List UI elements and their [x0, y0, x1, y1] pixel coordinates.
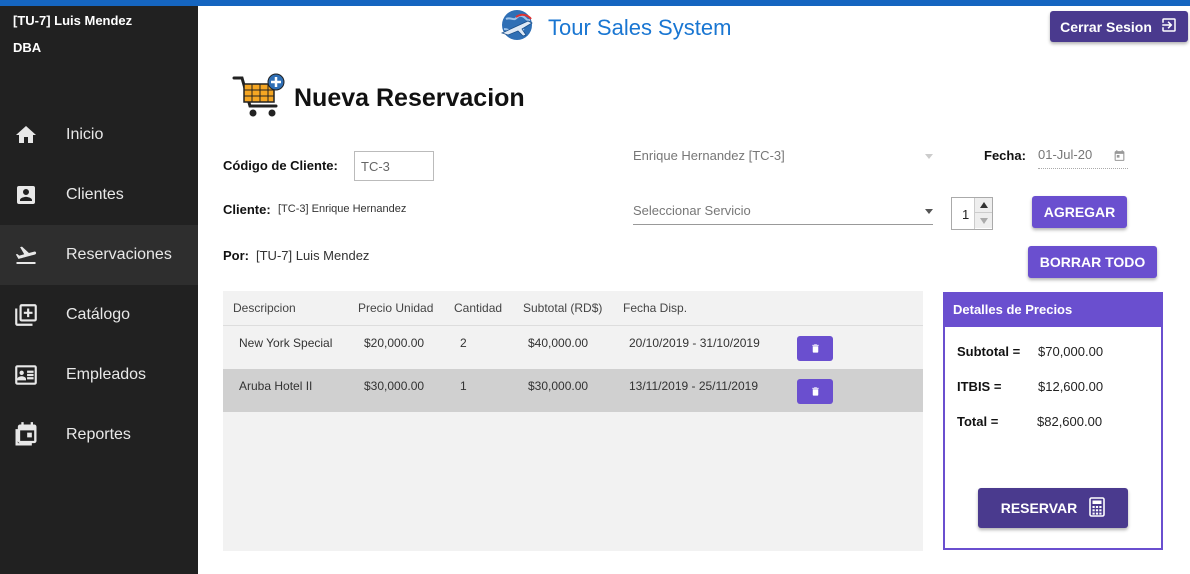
- trash-icon: [811, 387, 819, 396]
- column-header-fecha: Fecha Disp.: [623, 301, 688, 315]
- globe-plane-logo-icon: [498, 7, 538, 50]
- sidebar-user-name: [TU-7] Luis Mendez: [13, 13, 133, 28]
- reserve-label: RESERVAR: [1000, 500, 1078, 516]
- client-code-label: Código de Cliente:: [223, 158, 338, 173]
- badge-icon: [12, 361, 40, 389]
- table-row[interactable]: Aruba Hotel II $30,000.00 1 $30,000.00 1…: [223, 369, 923, 412]
- sidebar-item-inicio[interactable]: Inicio: [0, 105, 198, 165]
- quantity-stepper[interactable]: 1: [951, 197, 993, 230]
- flight-icon: [12, 241, 40, 269]
- client-select[interactable]: Enrique Hernandez [TC-3]: [633, 148, 933, 170]
- calendar-icon: [12, 421, 40, 449]
- cell-precio: $30,000.00: [364, 379, 425, 393]
- delete-row-button[interactable]: [797, 336, 833, 361]
- add-button[interactable]: AGREGAR: [1032, 196, 1127, 228]
- sidebar-item-label: Clientes: [66, 186, 124, 203]
- trash-icon: [811, 344, 819, 353]
- column-header-cantidad: Cantidad: [454, 301, 503, 315]
- itbis-label: ITBIS =: [957, 379, 1002, 394]
- date-value: 01-Jul-20: [1038, 147, 1093, 162]
- sidebar: [TU-7] Luis Mendez DBA Inicio Clientes R…: [0, 6, 198, 574]
- date-label: Fecha:: [984, 148, 1026, 163]
- quantity-value: 1: [962, 207, 970, 222]
- cell-cantidad: 1: [460, 379, 467, 393]
- price-details-panel: Detalles de Precios Subtotal = $70,000.0…: [943, 292, 1163, 550]
- clear-all-button[interactable]: BORRAR TODO: [1028, 246, 1157, 278]
- service-select[interactable]: Seleccionar Servicio: [633, 203, 933, 225]
- itbis-value: $12,600.00: [1038, 379, 1104, 394]
- delete-row-button[interactable]: [797, 379, 833, 404]
- subtotal-value: $70,000.00: [1038, 344, 1104, 359]
- by-value: [TU-7] Luis Mendez: [256, 248, 370, 263]
- client-code-input[interactable]: [354, 151, 434, 181]
- page-title: Nueva Reservacion: [294, 84, 525, 112]
- clear-all-label: BORRAR TODO: [1039, 254, 1146, 270]
- home-icon: [12, 121, 40, 149]
- sidebar-item-label: Empleados: [66, 366, 147, 383]
- contact-icon: [12, 181, 40, 209]
- cell-fecha: 20/10/2019 - 31/10/2019: [629, 336, 760, 350]
- add-button-label: AGREGAR: [1043, 204, 1116, 220]
- sidebar-item-label: Reportes: [66, 426, 131, 443]
- cell-subtotal: $30,000.00: [528, 379, 589, 393]
- chevron-down-icon: [925, 154, 933, 159]
- shopping-cart-add-icon: [232, 72, 286, 125]
- sidebar-item-reservaciones[interactable]: Reservaciones: [0, 225, 198, 285]
- exit-icon: [1152, 16, 1178, 37]
- services-table: Descripcion Precio Unidad Cantidad Subto…: [223, 291, 923, 551]
- cell-descripcion: Aruba Hotel II: [239, 379, 313, 393]
- sidebar-item-label: Reservaciones: [66, 246, 172, 263]
- cell-subtotal: $40,000.00: [528, 336, 589, 350]
- sidebar-user-role: DBA: [13, 40, 42, 55]
- client-value: [TC-3] Enrique Hernandez: [278, 203, 407, 215]
- column-header-descripcion: Descripcion: [233, 301, 296, 315]
- quantity-up-button[interactable]: [975, 198, 992, 213]
- sidebar-item-clientes[interactable]: Clientes: [0, 165, 198, 225]
- brand: Tour Sales System: [498, 8, 731, 48]
- subtotal-label: Subtotal =: [957, 344, 1021, 359]
- logout-button[interactable]: Cerrar Sesion: [1050, 11, 1188, 42]
- sidebar-item-reportes[interactable]: Reportes: [0, 405, 198, 465]
- cell-precio: $20,000.00: [364, 336, 425, 350]
- total-value: $82,600.00: [1037, 414, 1103, 429]
- client-select-value: Enrique Hernandez [TC-3]: [633, 148, 785, 163]
- price-details-title: Detalles de Precios: [945, 294, 1161, 327]
- by-label: Por:: [223, 248, 249, 263]
- cell-fecha: 13/11/2019 - 25/11/2019: [629, 379, 758, 393]
- total-label: Total =: [957, 414, 999, 429]
- sidebar-item-label: Catálogo: [66, 306, 131, 323]
- calculator-icon: [1077, 496, 1106, 520]
- brand-title: Tour Sales System: [548, 15, 732, 40]
- arrow-up-icon: [979, 202, 988, 208]
- cell-descripcion: New York Special: [239, 336, 333, 350]
- calendar-picker-icon[interactable]: [1113, 149, 1126, 165]
- sidebar-item-catalogo[interactable]: Catálogo: [0, 285, 198, 345]
- logout-label: Cerrar Sesion: [1060, 18, 1152, 35]
- quantity-down-button[interactable]: [975, 213, 992, 228]
- column-header-precio: Precio Unidad: [358, 301, 434, 315]
- date-field[interactable]: 01-Jul-20: [1038, 147, 1128, 169]
- chevron-down-icon: [925, 209, 933, 214]
- cell-cantidad: 2: [460, 336, 467, 350]
- service-select-placeholder: Seleccionar Servicio: [633, 203, 751, 218]
- library-add-icon: [12, 301, 40, 329]
- client-label: Cliente:: [223, 202, 271, 217]
- sidebar-item-empleados[interactable]: Empleados: [0, 345, 198, 405]
- table-row[interactable]: New York Special $20,000.00 2 $40,000.00…: [223, 326, 923, 369]
- page-header: Nueva Reservacion: [232, 72, 525, 125]
- reserve-button[interactable]: RESERVAR: [978, 488, 1128, 528]
- arrow-down-icon: [979, 217, 988, 224]
- sidebar-item-label: Inicio: [66, 126, 104, 143]
- column-header-subtotal: Subtotal (RD$): [523, 301, 603, 315]
